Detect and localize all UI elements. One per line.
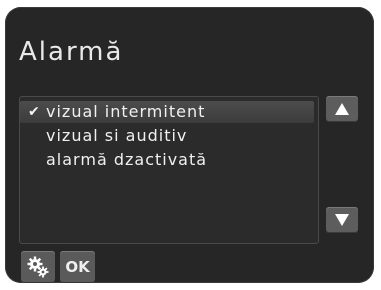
- list-item[interactable]: alarmă dzactivată: [20, 149, 314, 171]
- alarm-options-list: ✔ vizual intermitent vizual si auditiv a…: [19, 96, 319, 244]
- list-item[interactable]: vizual si auditiv: [20, 125, 314, 147]
- list-item-label: vizual si auditiv: [46, 126, 188, 145]
- list-item[interactable]: ✔ vizual intermitent: [20, 101, 314, 123]
- arrow-down-icon: [335, 214, 349, 226]
- list-item-label: vizual intermitent: [46, 102, 206, 121]
- alarm-dialog: Alarmă ✔ vizual intermitent vizual si au…: [5, 7, 374, 283]
- scroll-up-button[interactable]: [326, 96, 358, 122]
- settings-button[interactable]: [21, 251, 55, 283]
- scroll-down-button[interactable]: [326, 207, 358, 233]
- check-icon: ✔: [28, 104, 41, 120]
- list-item-label: alarmă dzactivată: [46, 150, 208, 169]
- arrow-up-icon: [335, 103, 349, 115]
- ok-button-label: OK: [65, 258, 90, 276]
- ok-button[interactable]: OK: [60, 251, 95, 283]
- gears-icon: [27, 256, 49, 278]
- dialog-title: Alarmă: [19, 37, 124, 67]
